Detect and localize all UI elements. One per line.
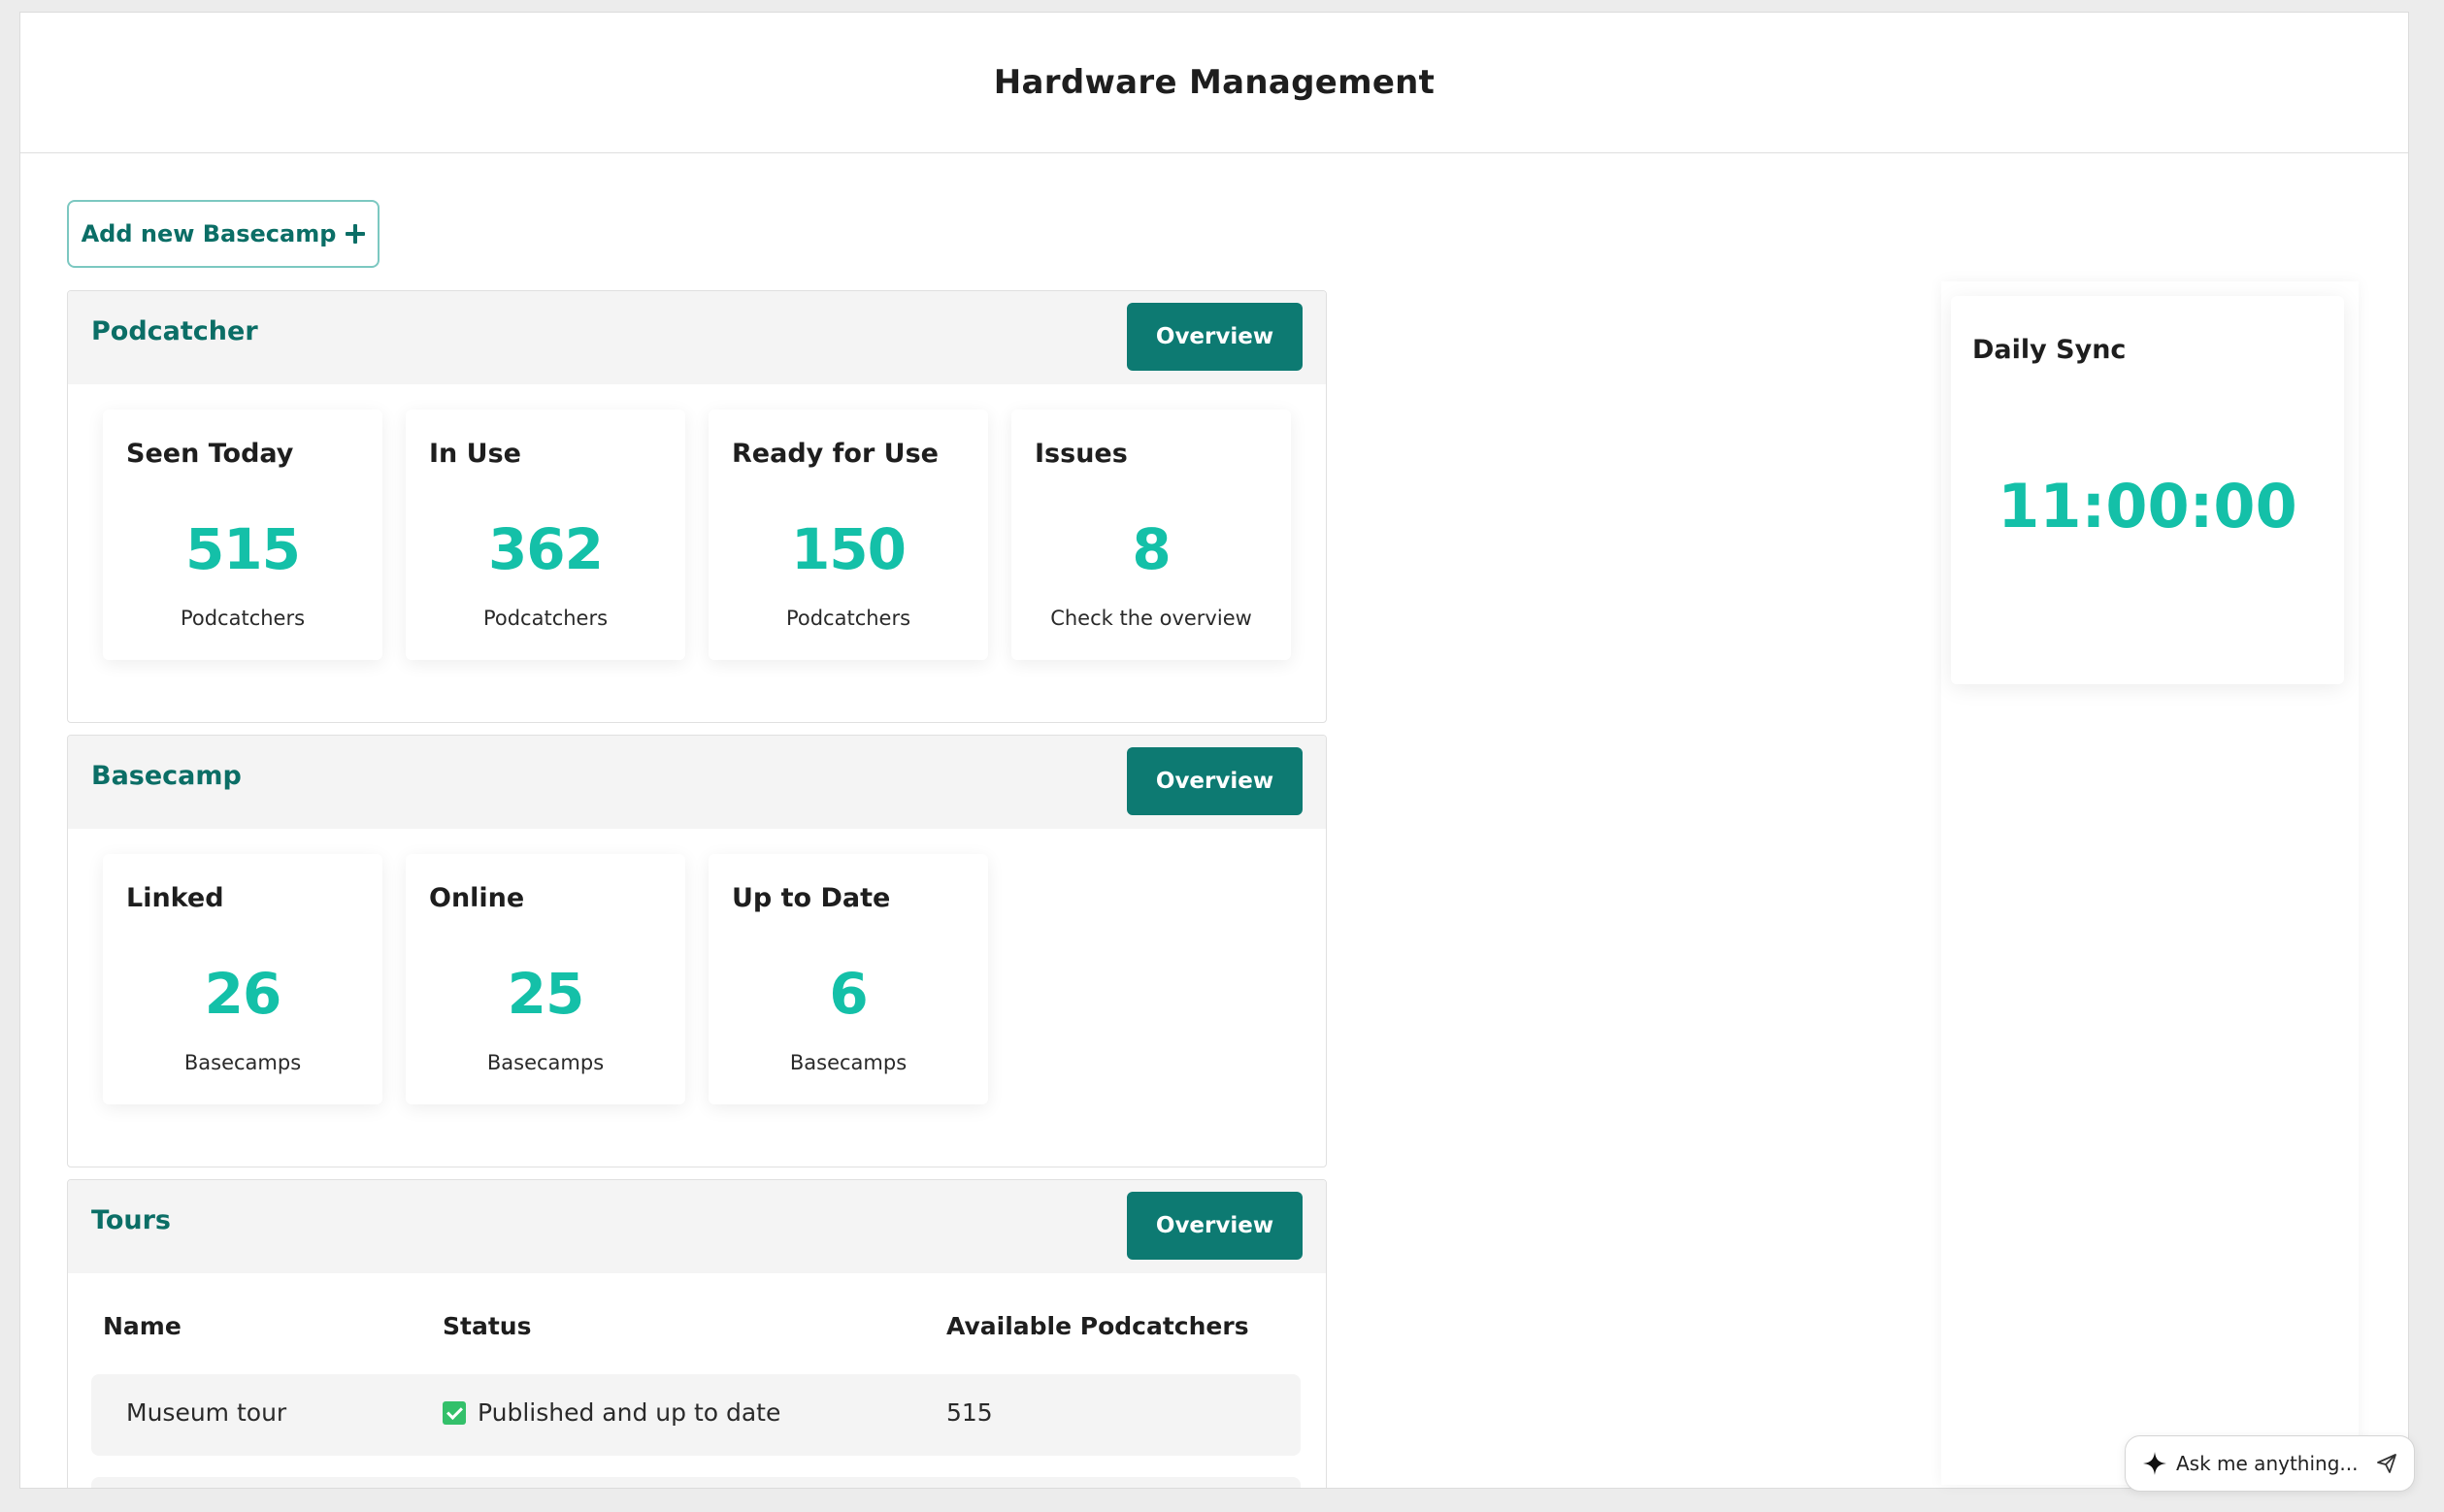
stat-value: 362 — [487, 516, 604, 582]
stat-label: In Use — [429, 439, 521, 469]
stat-subtitle: Podcatchers — [785, 607, 911, 630]
sparkle-icon — [2143, 1452, 2166, 1475]
stat-value: 26 — [204, 961, 282, 1027]
stat-label: Linked — [126, 883, 224, 913]
basecamp-cards: Linked 26 Basecamps Online 25 Basecamps … — [68, 829, 1326, 1139]
send-icon[interactable] — [2375, 1452, 2398, 1475]
stat-label: Online — [429, 883, 525, 913]
tour-status-text: Published and up to date — [478, 1398, 781, 1427]
plus-icon — [346, 224, 366, 244]
stat-card-in-use: In Use 362 Podcatchers — [406, 410, 685, 660]
assistant-placeholder: Ask me anything... — [2176, 1452, 2359, 1475]
stat-value: 8 — [1132, 516, 1171, 582]
stat-subtitle: Basecamps — [183, 1051, 302, 1074]
stat-card-online: Online 25 Basecamps — [406, 854, 685, 1104]
stat-label: Seen Today — [126, 439, 294, 469]
stat-value: 150 — [790, 516, 907, 582]
stat-label: Issues — [1035, 439, 1128, 469]
stat-subtitle: Podcatchers — [180, 607, 306, 630]
assistant-input[interactable]: Ask me anything... — [2125, 1435, 2415, 1492]
podcatcher-title: Podcatcher — [91, 316, 258, 346]
column-header-available: Available Podcatchers — [946, 1312, 1249, 1340]
stat-subtitle: Podcatchers — [482, 607, 609, 630]
page-title: Hardware Management — [993, 63, 1436, 102]
basecamp-panel-header: Basecamp Overview — [68, 736, 1326, 829]
basecamp-title: Basecamp — [91, 761, 242, 791]
tours-table: Name Status Available Podcatchers Museum… — [68, 1273, 1326, 1488]
top-bar: Hardware Management — [20, 13, 2408, 153]
stat-subtitle: Check the overview — [1050, 607, 1252, 630]
stat-card-seen-today: Seen Today 515 Podcatchers — [103, 410, 382, 660]
tours-overview-button[interactable]: Overview — [1127, 1192, 1303, 1260]
tours-title: Tours — [91, 1205, 171, 1235]
basecamp-overview-button[interactable]: Overview — [1127, 747, 1303, 815]
podcatcher-panel-header: Podcatcher Overview — [68, 291, 1326, 384]
stat-value: 25 — [507, 961, 585, 1027]
stat-value: 6 — [829, 961, 868, 1027]
stat-card-linked: Linked 26 Basecamps — [103, 854, 382, 1104]
tour-name-cell: Museum tour — [126, 1398, 287, 1427]
stat-card-ready-for-use: Ready for Use 150 Podcatchers — [709, 410, 988, 660]
podcatcher-cards: Seen Today 515 Podcatchers In Use 362 Po… — [68, 384, 1326, 695]
stat-label: Ready for Use — [732, 439, 939, 469]
table-row[interactable] — [91, 1477, 1301, 1488]
podcatcher-overview-button[interactable]: Overview — [1127, 303, 1303, 371]
stat-card-issues: Issues 8 Check the overview — [1011, 410, 1291, 660]
stat-card-up-to-date: Up to Date 6 Basecamps — [709, 854, 988, 1104]
stat-label: Up to Date — [732, 883, 891, 913]
daily-sync-card: Daily Sync 11:00:00 — [1951, 296, 2344, 684]
daily-sync-title: Daily Sync — [1972, 335, 2127, 365]
add-basecamp-label: Add new Basecamp — [81, 220, 337, 247]
basecamp-panel: Basecamp Overview Linked 26 Basecamps On… — [67, 735, 1327, 1167]
daily-sync-time: 11:00:00 — [1998, 471, 2297, 542]
tour-available-cell: 515 — [946, 1398, 993, 1427]
stat-subtitle: Basecamps — [789, 1051, 908, 1074]
column-header-status: Status — [443, 1312, 532, 1340]
check-icon — [443, 1401, 466, 1425]
stat-subtitle: Basecamps — [486, 1051, 605, 1074]
table-row[interactable]: Museum tour Published and up to date 515 — [91, 1374, 1301, 1456]
tours-panel-header: Tours Overview — [68, 1180, 1326, 1273]
tour-status-cell: Published and up to date — [443, 1398, 780, 1427]
stat-value: 515 — [184, 516, 301, 582]
add-basecamp-button[interactable]: Add new Basecamp — [67, 200, 380, 268]
tours-panel: Tours Overview Name Status Available Pod… — [67, 1179, 1327, 1488]
podcatcher-panel: Podcatcher Overview Seen Today 515 Podca… — [67, 290, 1327, 723]
column-header-name: Name — [103, 1312, 182, 1340]
